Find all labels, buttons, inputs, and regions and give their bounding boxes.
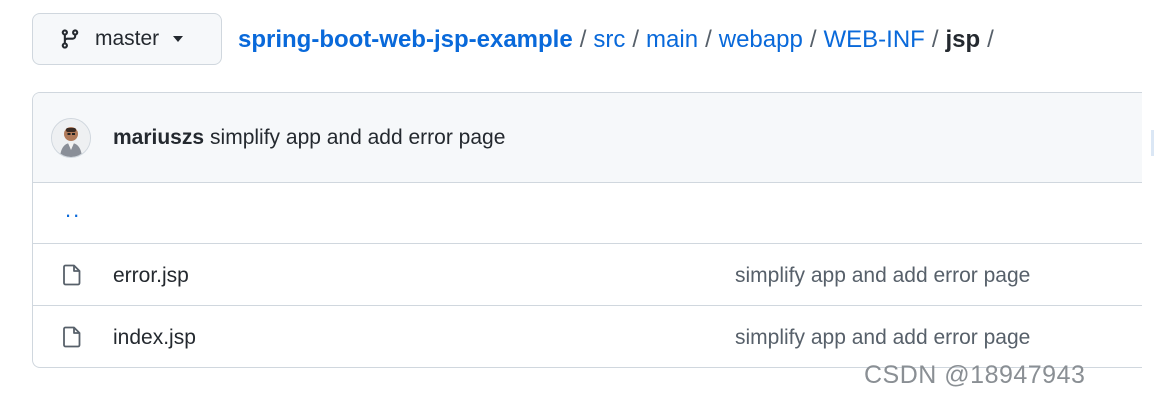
- file-browser-page: master spring-boot-web-jsp-example / src…: [0, 0, 1165, 410]
- breadcrumb-webapp-link[interactable]: webapp: [719, 26, 803, 54]
- branch-selector-button[interactable]: master: [32, 13, 222, 65]
- watermark: CSDN @18947943: [864, 361, 1086, 389]
- user-avatar[interactable]: [51, 118, 91, 158]
- caret-down-icon: [173, 36, 184, 42]
- parent-directory-row[interactable]: ..: [33, 183, 1142, 244]
- breadcrumb-src-link[interactable]: src: [593, 26, 625, 54]
- file-icon: [63, 264, 81, 286]
- parent-directory-link[interactable]: ..: [65, 197, 81, 223]
- file-name-link[interactable]: index.jsp: [113, 326, 196, 350]
- file-row[interactable]: index.jsp simplify app and add error pag…: [33, 306, 1142, 367]
- breadcrumb-repo-link[interactable]: spring-boot-web-jsp-example: [238, 26, 573, 54]
- breadcrumb-trailing-separator: /: [987, 26, 994, 53]
- file-icon: [63, 326, 81, 348]
- breadcrumb: spring-boot-web-jsp-example / src / main…: [238, 24, 1001, 56]
- file-row[interactable]: error.jsp simplify app and add error pag…: [33, 244, 1142, 306]
- breadcrumb-separator: /: [705, 26, 712, 53]
- breadcrumb-separator: /: [632, 26, 640, 53]
- scroll-indicator: [1151, 130, 1154, 156]
- breadcrumb-separator: /: [579, 26, 587, 53]
- file-commit-message[interactable]: simplify app and add error page: [735, 264, 1030, 288]
- breadcrumb-current-folder: jsp: [945, 26, 981, 53]
- breadcrumb-separator: /: [931, 26, 939, 53]
- branch-name: master: [95, 27, 160, 50]
- commit-message[interactable]: simplify app and add error page: [210, 126, 505, 149]
- latest-commit-summary: mariuszs simplify app and add error page: [113, 126, 505, 150]
- latest-commit-bar: mariuszs simplify app and add error page: [33, 93, 1142, 183]
- commit-author-link[interactable]: mariuszs: [113, 126, 204, 149]
- file-listing: mariuszs simplify app and add error page …: [32, 92, 1142, 368]
- breadcrumb-web-inf-link[interactable]: WEB-INF: [823, 26, 924, 54]
- file-commit-message[interactable]: simplify app and add error page: [735, 326, 1030, 350]
- file-name-link[interactable]: error.jsp: [113, 264, 189, 288]
- breadcrumb-main-link[interactable]: main: [646, 26, 698, 54]
- git-branch-icon: [59, 28, 81, 50]
- breadcrumb-separator: /: [809, 26, 817, 53]
